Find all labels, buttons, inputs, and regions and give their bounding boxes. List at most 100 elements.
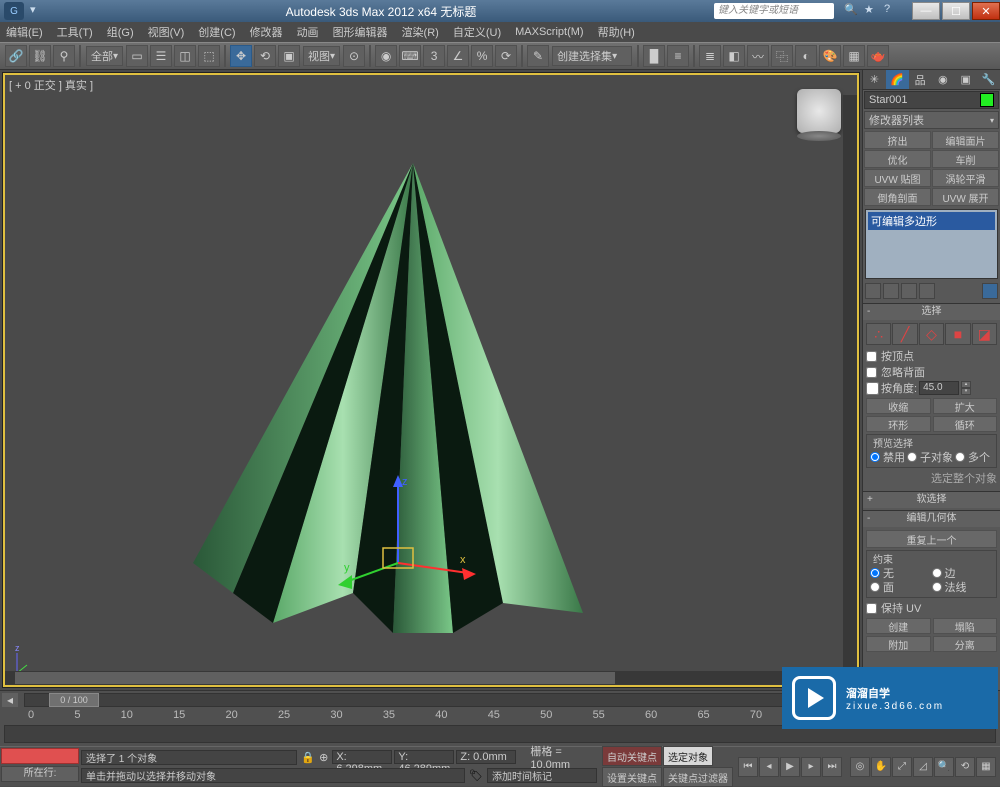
menu-item[interactable]: 动画	[297, 24, 319, 40]
named-selection-dropdown[interactable]: 创建选择集 ▾	[552, 46, 632, 66]
bind-icon[interactable]: ⚲	[53, 45, 75, 67]
modifier-preset-button[interactable]: 涡轮平滑	[932, 169, 999, 187]
configure-sets-icon[interactable]	[982, 283, 998, 299]
select-rect-icon[interactable]: ◫	[174, 45, 196, 67]
keyboard-icon[interactable]: ⌨	[399, 45, 421, 67]
maximize-viewport-icon[interactable]: ▦	[976, 757, 996, 777]
orbit-icon[interactable]: ⟲	[955, 757, 975, 777]
stack-item-editable-poly[interactable]: 可编辑多边形	[868, 212, 995, 230]
rollout-selection-header[interactable]: 选择	[863, 304, 1000, 320]
render-setup-icon[interactable]: 🎨	[819, 45, 841, 67]
subobj-vertex-icon[interactable]: ∴	[866, 323, 891, 345]
percent-snap-icon[interactable]: %	[471, 45, 493, 67]
isolate-icon[interactable]: ◎	[850, 757, 870, 777]
remove-modifier-icon[interactable]	[919, 283, 935, 299]
menu-item[interactable]: 视图(V)	[148, 24, 185, 40]
create-button[interactable]: 创建	[866, 618, 931, 634]
loop-button[interactable]: 循环	[933, 416, 998, 432]
subobj-edge-icon[interactable]: ╱	[892, 323, 917, 345]
snap-3-icon[interactable]: 3	[423, 45, 445, 67]
constraint-normal-radio[interactable]: 法线	[932, 580, 994, 594]
subobj-element-icon[interactable]: ◪	[972, 323, 997, 345]
menu-item[interactable]: 帮助(H)	[598, 24, 635, 40]
script-listener[interactable]	[1, 748, 79, 764]
modifier-preset-button[interactable]: 车削	[932, 150, 999, 168]
tab-motion-icon[interactable]: ◉	[931, 70, 954, 89]
preserve-uv-checkbox[interactable]: 保持 UV	[866, 600, 997, 616]
app-logo[interactable]: G	[4, 2, 24, 20]
collapse-button[interactable]: 塌陷	[933, 618, 998, 634]
rollout-editgeo-header[interactable]: 编辑几何体	[863, 511, 1000, 527]
by-angle-checkbox[interactable]	[866, 382, 879, 395]
time-tag-icon[interactable]: 🏷	[469, 769, 483, 782]
constraint-face-radio[interactable]: 面	[870, 580, 932, 594]
grow-button[interactable]: 扩大	[933, 398, 998, 414]
time-left-icon[interactable]: ◂	[1, 692, 19, 708]
play-icon[interactable]: ▶	[780, 757, 800, 777]
zoom-icon[interactable]: 🔍	[934, 757, 954, 777]
menu-item[interactable]: 组(G)	[107, 24, 134, 40]
object-name-field[interactable]: Star001	[864, 91, 999, 109]
move-gizmo[interactable]: z x y	[338, 473, 488, 623]
shrink-button[interactable]: 收缩	[866, 398, 931, 414]
fov-icon[interactable]: ◿	[913, 757, 933, 777]
menu-item[interactable]: MAXScript(M)	[515, 26, 583, 38]
selection-filter-dropdown[interactable]: 全部 ▾	[86, 46, 123, 66]
viewport-label[interactable]: [ + 0 正交 ] 真实 ]	[9, 77, 93, 93]
next-frame-icon[interactable]: ▸	[801, 757, 821, 777]
object-color-swatch[interactable]	[980, 93, 994, 107]
angle-spinner[interactable]: 45.0	[919, 381, 959, 395]
help-search-input[interactable]: 键入关键字或短语	[714, 3, 834, 19]
layers-icon[interactable]: ≣	[699, 45, 721, 67]
constraint-none-radio[interactable]: 无	[870, 566, 932, 580]
move-icon[interactable]: ✥	[230, 45, 252, 67]
setkey-button[interactable]: 设置关键点	[602, 767, 662, 787]
help-icon[interactable]: ?	[884, 3, 900, 19]
mirror-icon[interactable]: ▐▌	[643, 45, 665, 67]
render-icon[interactable]: 🫖	[867, 45, 889, 67]
preview-disable-radio[interactable]: 禁用	[870, 450, 905, 464]
menu-item[interactable]: 创建(C)	[198, 24, 235, 40]
qat-icon[interactable]: ▾	[30, 3, 46, 19]
search-icon[interactable]: 🔍	[844, 3, 860, 19]
zoom-extents-icon[interactable]: ⤢	[892, 757, 912, 777]
constraint-edge-radio[interactable]: 边	[932, 566, 994, 580]
subobj-polygon-icon[interactable]: ■	[945, 323, 970, 345]
menu-item[interactable]: 自定义(U)	[453, 24, 501, 40]
modifier-list-dropdown[interactable]: 修改器列表	[864, 111, 999, 129]
minimize-button[interactable]: —	[912, 2, 940, 20]
by-vertex-checkbox[interactable]: 按顶点	[866, 348, 997, 364]
rendered-frame-icon[interactable]: ▦	[843, 45, 865, 67]
menu-item[interactable]: 渲染(R)	[402, 24, 439, 40]
coord-z-field[interactable]: Z: 0.0mm	[456, 750, 516, 764]
tab-utilities-icon[interactable]: 🔧	[977, 70, 1000, 89]
modifier-preset-button[interactable]: 倒角剖面	[864, 188, 931, 206]
attach-button[interactable]: 附加	[866, 636, 931, 652]
named-sel-edit-icon[interactable]: ✎	[527, 45, 549, 67]
coord-x-field[interactable]: X: 6.298mm	[332, 750, 392, 764]
star-icon[interactable]: ★	[864, 3, 880, 19]
modifier-preset-button[interactable]: UVW 展开	[932, 188, 999, 206]
select-name-icon[interactable]: ☰	[150, 45, 172, 67]
ring-button[interactable]: 环形	[866, 416, 931, 432]
tab-hierarchy-icon[interactable]: 品	[909, 70, 932, 89]
modifier-preset-button[interactable]: 编辑面片	[932, 131, 999, 149]
rollout-softsel-header[interactable]: 软选择	[863, 492, 1000, 508]
modifier-preset-button[interactable]: 优化	[864, 150, 931, 168]
window-crossing-icon[interactable]: ⬚	[198, 45, 220, 67]
unlink-icon[interactable]: ⛓	[29, 45, 51, 67]
schematic-icon[interactable]: ⿻	[771, 45, 793, 67]
preview-subobj-radio[interactable]: 子对象	[907, 450, 953, 464]
key-selset-dropdown[interactable]: 选定对象	[663, 746, 713, 766]
add-time-tag[interactable]: 添加时间标记	[487, 768, 597, 783]
lock-icon[interactable]: 🔒	[301, 751, 315, 764]
curve-editor-icon[interactable]: 〰	[747, 45, 769, 67]
viewport-hscroll[interactable]	[5, 671, 857, 685]
modifier-preset-button[interactable]: 挤出	[864, 131, 931, 149]
menu-item[interactable]: 图形编辑器	[333, 24, 388, 40]
tab-display-icon[interactable]: ▣	[954, 70, 977, 89]
angle-snap-icon[interactable]: ∠	[447, 45, 469, 67]
rotate-icon[interactable]: ⟲	[254, 45, 276, 67]
show-end-result-icon[interactable]	[883, 283, 899, 299]
ref-coord-dropdown[interactable]: 视图 ▾	[303, 46, 340, 66]
